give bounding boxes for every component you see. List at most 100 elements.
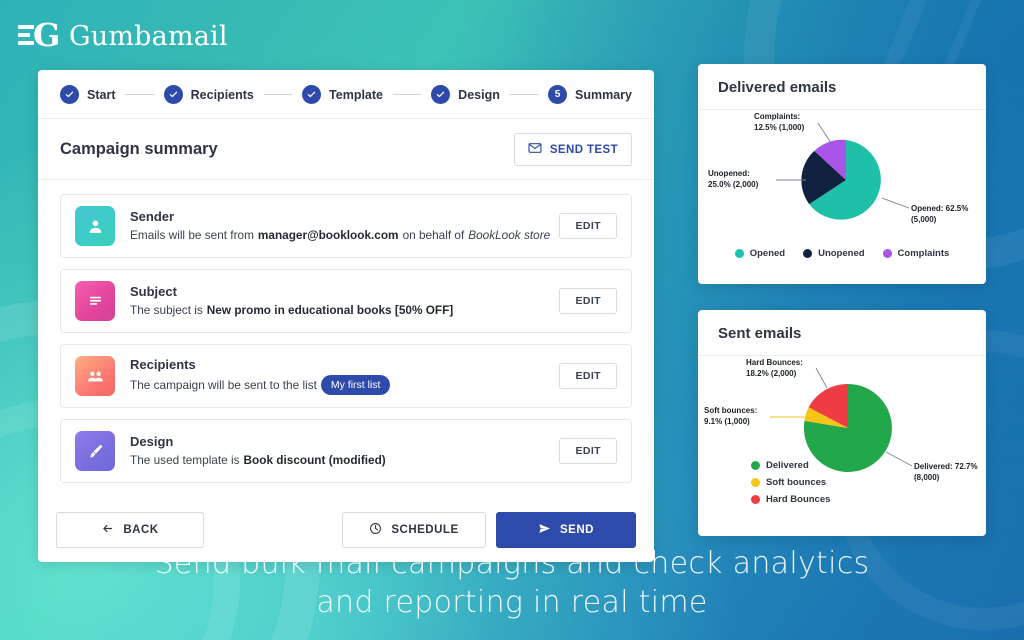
legend-label: Opened xyxy=(749,248,786,259)
row-title: Sender xyxy=(130,208,175,224)
desc-bold: New promo in educational books [50% OFF] xyxy=(206,302,454,317)
row-description: Emails will be sent from manager@bookloo… xyxy=(130,227,559,244)
edit-button-subject[interactable]: EDIT xyxy=(559,288,617,314)
edit-button-sender[interactable]: EDIT xyxy=(559,213,617,239)
edit-button-recipients[interactable]: EDIT xyxy=(559,363,617,389)
pie-label-soft-bounces-line1: Soft bounces: xyxy=(704,406,757,415)
chart-legend-sent: Delivered Soft bounces Hard Bounces xyxy=(737,460,947,505)
step-recipients[interactable]: Recipients xyxy=(163,85,254,104)
send-label: SEND xyxy=(560,524,594,536)
step-template[interactable]: Template xyxy=(302,85,383,104)
step-connector xyxy=(509,94,539,95)
check-icon xyxy=(431,85,451,104)
send-button[interactable]: SEND xyxy=(496,512,636,548)
send-test-button[interactable]: SEND TEST xyxy=(513,133,632,166)
arrow-left-icon xyxy=(101,522,114,538)
step-label: Design xyxy=(458,87,500,102)
leader-line-hard-bounces xyxy=(815,367,828,389)
person-icon xyxy=(75,206,115,246)
paper-plane-icon xyxy=(538,522,551,538)
desc-bold: Book discount (modified) xyxy=(243,452,386,467)
summary-row-body: Sender Emails will be sent from manager@… xyxy=(130,209,559,244)
legend-item-hard-bounces[interactable]: Hard Bounces xyxy=(751,494,846,505)
sent-emails-chart-card: Sent emails Hard Bounces: 18.2% (2,000) … xyxy=(698,310,986,536)
step-number-badge: 5 xyxy=(548,85,568,104)
text-lines-icon xyxy=(75,281,115,321)
schedule-button[interactable]: SCHEDULE xyxy=(342,512,486,548)
row-title: Recipients xyxy=(130,356,196,372)
check-icon xyxy=(302,85,322,104)
summary-row-sender: Sender Emails will be sent from manager@… xyxy=(60,194,632,258)
legend-dot-icon xyxy=(882,249,892,258)
desc-prefix: The campaign will be sent to the list xyxy=(130,377,317,392)
step-connector xyxy=(393,94,422,95)
tagline-line-1: Send bulk mail campaigns and check analy… xyxy=(154,546,870,582)
summary-row-body: Design The used template is Book discoun… xyxy=(130,434,559,469)
paintbrush-icon xyxy=(75,431,115,471)
leader-line-opened xyxy=(881,197,910,209)
desc-mid: on behalf of xyxy=(402,227,465,242)
legend-item-complaints[interactable]: Complaints xyxy=(882,248,949,259)
edit-button-design[interactable]: EDIT xyxy=(559,438,617,464)
step-connector xyxy=(263,94,293,95)
legend-dot-icon xyxy=(734,249,744,258)
campaign-stepper: Start Recipients Template Design 5 Summa… xyxy=(38,70,654,119)
chart-body-sent: Hard Bounces: 18.2% (2,000) Soft bounces… xyxy=(698,356,986,512)
brand-name: Gumbamail xyxy=(69,20,228,52)
send-test-label: SEND TEST xyxy=(549,143,618,156)
desc-prefix: The used template is xyxy=(130,452,240,467)
legend-dot-icon xyxy=(751,478,760,487)
row-description: The subject is New promo in educational … xyxy=(130,302,559,319)
step-start[interactable]: Start xyxy=(60,85,115,104)
pie-label-soft-bounces-line2: 9.1% (1,000) xyxy=(704,417,750,426)
pie-label-hard-bounces-line1: Hard Bounces: xyxy=(746,358,803,367)
step-connector xyxy=(125,94,154,95)
pie-label-opened-line2: (5,000) xyxy=(911,215,937,224)
legend-item-soft-bounces[interactable]: Soft bounces xyxy=(751,477,846,488)
summary-rows: Sender Emails will be sent from manager@… xyxy=(38,180,654,502)
pie-label-hard-bounces-line2: 18.2% (2,000) xyxy=(746,369,797,378)
step-label: Summary xyxy=(575,87,633,102)
row-description: The used template is Book discount (modi… xyxy=(130,452,559,469)
back-button[interactable]: BACK xyxy=(56,512,204,548)
delivered-emails-chart-card: Delivered emails Complaints: 12.5% (1,00… xyxy=(698,64,986,284)
pie-label-complaints-line2: 12.5% (1,000) xyxy=(754,123,805,132)
chart-title-sent: Sent emails xyxy=(698,310,986,356)
legend-label: Unopened xyxy=(818,248,865,259)
summary-row-subject: Subject The subject is New promo in educ… xyxy=(60,269,632,333)
list-badge[interactable]: My first list xyxy=(320,374,391,396)
summary-row-recipients: Recipients The campaign will be sent to … xyxy=(60,344,632,408)
chart-legend-delivered: Opened Unopened Complaints xyxy=(698,248,986,259)
legend-label: Hard Bounces xyxy=(766,494,831,505)
step-summary[interactable]: 5 Summary xyxy=(548,85,632,104)
page-title: Campaign summary xyxy=(60,140,218,158)
summary-row-body: Recipients The campaign will be sent to … xyxy=(130,357,559,396)
legend-item-delivered[interactable]: Delivered xyxy=(751,460,846,471)
step-label: Recipients xyxy=(190,87,254,102)
check-icon xyxy=(163,85,183,104)
legend-item-opened[interactable]: Opened xyxy=(734,248,786,259)
step-label: Template xyxy=(329,87,383,102)
clock-icon xyxy=(369,522,382,538)
people-group-icon xyxy=(75,356,115,396)
legend-dot-icon xyxy=(803,249,813,258)
row-title: Subject xyxy=(130,283,177,299)
campaign-summary-card: Start Recipients Template Design 5 Summa… xyxy=(38,70,654,562)
pie-chart-delivered: Complaints: 12.5% (1,000) Unopened: 25.0… xyxy=(708,112,968,224)
step-label: Start xyxy=(87,87,116,102)
legend-dot-icon xyxy=(751,495,760,504)
pie-label-unopened-line2: 25.0% (2,000) xyxy=(708,180,759,189)
chart-title-delivered: Delivered emails xyxy=(698,64,986,110)
legend-label: Delivered xyxy=(766,460,809,471)
desc-bold: manager@booklook.com xyxy=(257,227,399,242)
legend-item-unopened[interactable]: Unopened xyxy=(803,248,865,259)
step-design[interactable]: Design xyxy=(431,85,500,104)
envelope-icon xyxy=(528,141,542,158)
summary-row-body: Subject The subject is New promo in educ… xyxy=(130,284,559,319)
leader-line-complaints xyxy=(817,122,832,144)
brand-logo: G Gumbamail xyxy=(18,18,228,54)
tagline-line-2: and reporting in real time xyxy=(316,584,708,620)
pie-label-opened-line1: Opened: 62.5% xyxy=(911,204,968,213)
desc-prefix: The subject is xyxy=(130,302,203,317)
schedule-label: SCHEDULE xyxy=(391,524,459,536)
